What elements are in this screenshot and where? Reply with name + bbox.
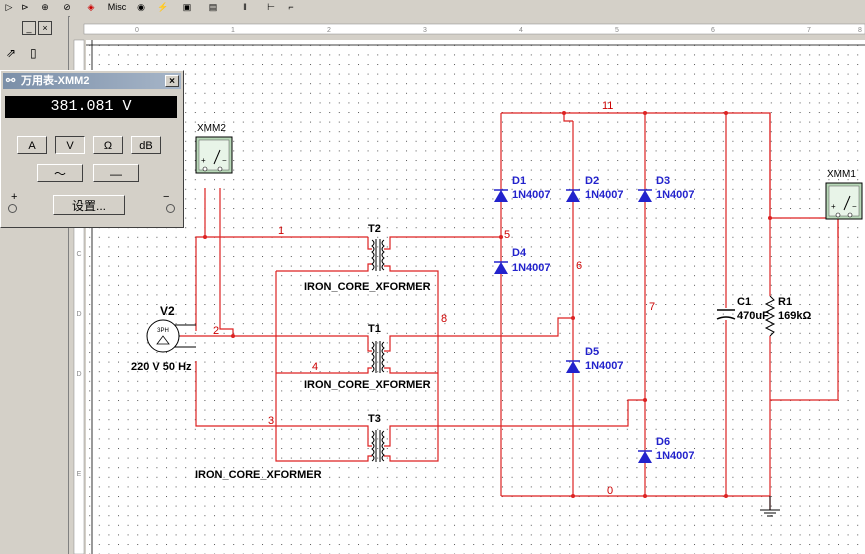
diode-ref: D6 xyxy=(656,436,670,448)
ruler-tick: 7 xyxy=(807,27,811,34)
schematic-svg[interactable]: 0 1 2 3 4 5 6 7 8 B C D D E xyxy=(70,16,865,554)
net-label: 8 xyxy=(441,313,447,325)
diode-ref: D2 xyxy=(585,175,599,187)
diode-ref: D4 xyxy=(512,247,527,259)
ruler-tick: 0 xyxy=(135,27,139,34)
diode-ref: D5 xyxy=(585,346,599,358)
power-icon[interactable]: ⚡ xyxy=(156,0,170,14)
net-label: 4 xyxy=(312,361,318,373)
transformer-model: IRON_CORE_XFORMER xyxy=(195,469,322,481)
plus-terminal-icon[interactable] xyxy=(8,204,17,213)
misc-button[interactable]: Misc xyxy=(106,0,128,14)
settings-button[interactable]: 设置... xyxy=(53,195,125,215)
indicator-icon[interactable]: ◉ xyxy=(134,0,148,14)
svg-text:−: − xyxy=(852,202,857,211)
svg-text:+: + xyxy=(201,156,206,165)
ruler-tick: 1 xyxy=(231,27,235,34)
diode-model: 1N4007 xyxy=(512,189,551,201)
dc-button[interactable]: — xyxy=(93,164,139,182)
minimize-icon[interactable]: _ xyxy=(22,21,36,35)
transformer-ref: T1 xyxy=(368,323,381,335)
minus-terminal-icon[interactable] xyxy=(166,204,175,213)
bus-icon[interactable]: ⊢ xyxy=(264,0,278,14)
multimeter-title: 万用表-XMM2 xyxy=(21,75,90,87)
analog-icon[interactable]: ⊘ xyxy=(60,0,74,14)
svg-text:+: + xyxy=(831,202,836,211)
resistor-ref: R1 xyxy=(778,296,792,308)
transformer-ref: T3 xyxy=(368,413,381,425)
ruler-tick: E xyxy=(77,471,82,478)
monitor-icon[interactable]: ▤ xyxy=(206,0,220,14)
net-label: 0 xyxy=(607,485,613,497)
source-value: 220 V 50 Hz xyxy=(131,361,192,373)
transformer-model: IRON_CORE_XFORMER xyxy=(304,379,431,391)
net-label: 2 xyxy=(213,325,219,337)
ruler-tick: 8 xyxy=(858,27,862,34)
source-phase-label: 3PH xyxy=(157,328,169,334)
diode-model: 1N4007 xyxy=(585,189,624,201)
capacitor-value: 470uF xyxy=(737,310,769,322)
multimeter-icon: ⚯ xyxy=(6,75,16,87)
close-icon[interactable]: × xyxy=(165,75,179,87)
source-ref: V2 xyxy=(160,304,175,318)
transformer-model: IRON_CORE_XFORMER xyxy=(304,281,431,293)
meter-ref: XMM2 xyxy=(197,123,226,134)
diode-ref: D1 xyxy=(512,175,526,187)
wire-icon[interactable]: ⌐ xyxy=(284,0,298,14)
ruler-tick: D xyxy=(76,311,81,318)
ruler-tick: 2 xyxy=(327,27,331,34)
diode-model: 1N4007 xyxy=(656,189,695,201)
net-label: 6 xyxy=(576,260,582,272)
schematic-canvas[interactable]: 0 1 2 3 4 5 6 7 8 B C D D E xyxy=(70,16,865,554)
resistor-value: 169kΩ xyxy=(778,310,811,322)
close-panel-icon[interactable]: × xyxy=(38,21,52,35)
multimeter-title-bar[interactable]: ⚯ 万用表-XMM2 × xyxy=(3,73,181,89)
ruler-tick: 6 xyxy=(711,27,715,34)
mode-ampere-button[interactable]: A xyxy=(17,136,47,154)
svg-text:−: − xyxy=(222,156,227,165)
step-icon[interactable]: ⊳ xyxy=(18,0,32,14)
link-icon[interactable]: ⇗ xyxy=(6,46,16,60)
minus-terminal: − xyxy=(163,191,170,203)
net-label: 7 xyxy=(649,301,655,313)
ruler-tick: D xyxy=(76,371,81,378)
ac-button[interactable]: 〜 xyxy=(37,164,83,182)
top-ruler xyxy=(83,23,865,35)
meter-ref: XMM1 xyxy=(827,169,856,180)
mode-db-button[interactable]: dB xyxy=(131,136,161,154)
toolbar: ▷ ⊳ ⊕ ⊘ ◈ Misc ◉ ⚡ ▣ ▤ ‖ ⊢ ⌐ xyxy=(0,0,865,17)
multimeter-panel[interactable]: ⚯ 万用表-XMM2 × 381.081 V A V Ω dB 〜 — + − … xyxy=(0,70,184,228)
mode-ohm-button[interactable]: Ω xyxy=(93,136,123,154)
net-label: 5 xyxy=(504,229,510,241)
diode-ref: D3 xyxy=(656,175,670,187)
diode-model: 1N4007 xyxy=(512,262,551,274)
capacitor-ref: C1 xyxy=(737,296,751,308)
play-icon[interactable]: ▷ xyxy=(2,0,16,14)
mode-volt-button[interactable]: V xyxy=(55,136,85,154)
net-label: 11 xyxy=(602,100,613,112)
ruler-tick: 5 xyxy=(615,27,619,34)
plus-terminal: + xyxy=(11,191,18,203)
mixed-icon[interactable]: ▣ xyxy=(180,0,194,14)
diode-icon[interactable]: ◈ xyxy=(84,0,98,14)
net-label: 3 xyxy=(268,415,274,427)
ruler-tick: 3 xyxy=(423,27,427,34)
source-icon[interactable]: ⊕ xyxy=(38,0,52,14)
document-icon[interactable]: ▯ xyxy=(30,46,37,60)
transformer-ref: T2 xyxy=(368,223,381,235)
diode-model: 1N4007 xyxy=(656,450,695,462)
multimeter-reading: 381.081 V xyxy=(5,96,177,118)
ruler-tick: C xyxy=(76,251,81,258)
diode-model: 1N4007 xyxy=(585,360,624,372)
ruler-tick: 4 xyxy=(519,27,523,34)
net-label: 1 xyxy=(278,225,284,237)
transistor-icon[interactable]: ‖ xyxy=(238,0,252,14)
